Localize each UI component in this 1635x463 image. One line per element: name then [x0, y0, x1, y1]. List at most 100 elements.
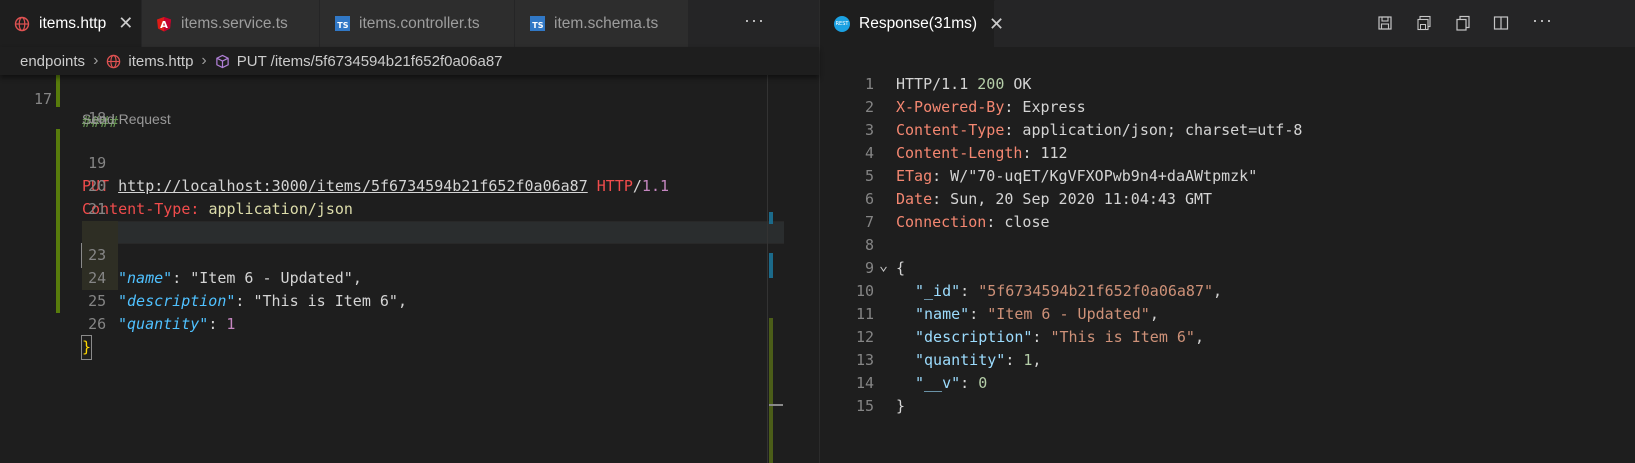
response-line: 11 "name": "Item 6 - Updated", [820, 303, 1620, 326]
status-code: 200 [977, 75, 1005, 93]
rest-client-icon: REST [834, 16, 850, 32]
line-number: 12 [855, 328, 874, 346]
response-line: 4 Content-Length: 112 [820, 142, 1620, 165]
punctuation: , [1213, 282, 1223, 300]
split-editor-icon[interactable] [1492, 14, 1510, 32]
editor-tab-bar: items.http ✕ A items.service.ts TS items… [0, 0, 819, 47]
punctuation: , [1149, 305, 1159, 323]
chevron-right-icon: › [93, 52, 99, 69]
code-line: 19 PUT http://localhost:3000/items/5f673… [82, 154, 670, 195]
line-number: 13 [855, 351, 874, 369]
code-line: 21 [88, 200, 107, 218]
code-line: 26 } [0, 290, 800, 360]
line-number: 2 [864, 98, 874, 116]
breadcrumb: endpoints › items.http › PUT /items/5f67… [0, 47, 819, 75]
scrollbar-marker [769, 253, 773, 278]
response-viewer[interactable]: 1 HTTP/1.1 200 OK 2 X-Powered-By: Express 3 C… [820, 47, 1635, 463]
header-name: ETag [896, 167, 933, 185]
tab-items-service-ts[interactable]: A items.service.ts [142, 0, 320, 47]
line-number: 8 [864, 236, 874, 254]
breadcrumb-item-request[interactable]: PUT /items/5f6734594b21f652f0a06a87 [237, 53, 503, 70]
response-line: 15} [820, 395, 1620, 418]
close-icon[interactable]: ✕ [118, 13, 133, 34]
punctuation: , [1194, 328, 1204, 346]
header-value: : Express [1004, 98, 1086, 116]
angular-icon: A [156, 16, 172, 32]
more-actions-icon[interactable]: ··· [744, 10, 765, 31]
response-line: 8 [820, 234, 1620, 257]
response-line: 1 HTTP/1.1 200 OK [820, 73, 1620, 96]
header-value: : Sun, 20 Sep 2020 11:04:43 GMT [932, 190, 1213, 208]
request-editor-pane: items.http ✕ A items.service.ts TS items… [0, 0, 819, 463]
line-number: 7 [864, 213, 874, 231]
git-added-marker [56, 129, 60, 198]
code-line: 22 { [0, 198, 800, 268]
response-tab-bar: REST Response(31ms) ✕ ··· [820, 0, 1635, 47]
json-value: "5f6734594b21f652f0a06a87" [978, 282, 1214, 300]
header-name: Connection [896, 213, 987, 231]
code-line: 23 "name": "Item 6 - Updated", [88, 246, 362, 287]
json-key: "description" [915, 328, 1033, 346]
response-line: 2 X-Powered-By: Express [820, 96, 1620, 119]
code-line: 24 "description": "This is Item 6", [88, 269, 407, 310]
response-line: 5 ETag: W/"70-uqET/KgVFXOPwb9n4+daAWtpmzk… [820, 165, 1620, 188]
copy-icon[interactable] [1454, 14, 1472, 32]
header-name: Content-Length [896, 144, 1023, 162]
scrollbar-marker [769, 212, 773, 224]
fold-chevron-icon[interactable]: ⌄ [879, 254, 888, 277]
chevron-right-icon: › [201, 52, 207, 69]
json-key: "name" [915, 305, 970, 323]
response-line: 10 "_id": "5f6734594b21f652f0a06a87", [820, 280, 1620, 303]
header-name: Date [896, 190, 933, 208]
json-value: 0 [978, 374, 988, 392]
tab-items-http[interactable]: items.http ✕ [0, 0, 142, 47]
vertical-scrollbar[interactable] [767, 75, 768, 463]
json-value: "This is Item 6" [1050, 328, 1195, 346]
git-added-marker [56, 198, 60, 313]
line-number: 9 [864, 259, 874, 277]
breadcrumb-item-folder[interactable]: endpoints [20, 53, 85, 70]
globe-icon [14, 16, 30, 32]
close-icon[interactable]: ✕ [989, 14, 1004, 35]
svg-text:A: A [160, 20, 168, 31]
more-actions-icon[interactable]: ··· [1532, 10, 1553, 31]
tab-items-controller-ts[interactable]: TS items.controller.ts [320, 0, 515, 47]
status-text: OK [1004, 75, 1032, 93]
tab-response[interactable]: REST Response(31ms) ✕ [820, 0, 1004, 47]
response-line: 12 "description": "This is Item 6", [820, 326, 1620, 349]
tab-label: items.http [39, 14, 107, 32]
json-key: "_id" [915, 282, 961, 300]
header-value: : application/json; charset=utf-8 [1004, 121, 1303, 139]
response-line: 9 {⌄ [820, 254, 1620, 280]
tab-item-schema-ts[interactable]: TS item.schema.ts [515, 0, 689, 47]
line-number: 3 [864, 121, 874, 139]
tab-label: items.controller.ts [359, 14, 480, 32]
code-line: 20 Content-Type: application/json [82, 177, 353, 218]
header-value: : 112 [1022, 144, 1068, 162]
json-key: "quantity" [915, 351, 1006, 369]
status-protocol: HTTP/1.1 [896, 75, 978, 93]
line-number: 11 [855, 305, 874, 323]
tab-label: items.service.ts [181, 14, 288, 32]
response-line: 7 Connection: close [820, 211, 1620, 234]
save-body-icon[interactable] [1415, 14, 1433, 32]
response-line: 13 "quantity": 1, [820, 349, 1620, 372]
save-icon[interactable] [1376, 14, 1394, 32]
json-key: "__v" [915, 374, 961, 392]
json-brace: } [896, 397, 906, 415]
punctuation: , [1032, 351, 1042, 369]
line-number: 5 [864, 167, 874, 185]
request-code-editor[interactable]: 17 #### 18 Send Request 19 PUT http://lo… [0, 65, 819, 463]
line-number: 4 [864, 144, 874, 162]
json-value: "Item 6 - Updated" [987, 305, 1150, 323]
code-line: 25 "quantity": 1 [88, 292, 236, 333]
cube-icon [215, 54, 230, 69]
code-line: 18 [88, 109, 107, 127]
globe-icon [106, 54, 121, 69]
breadcrumb-item-file[interactable]: items.http [128, 53, 193, 70]
response-line: 3 Content-Type: application/json; charset… [820, 119, 1620, 142]
send-request-codelens[interactable]: Send Request [82, 111, 171, 127]
response-line: 6 Date: Sun, 20 Sep 2020 11:04:43 GMT [820, 188, 1620, 211]
header-value: : close [986, 213, 1050, 231]
typescript-icon: TS [334, 16, 350, 32]
